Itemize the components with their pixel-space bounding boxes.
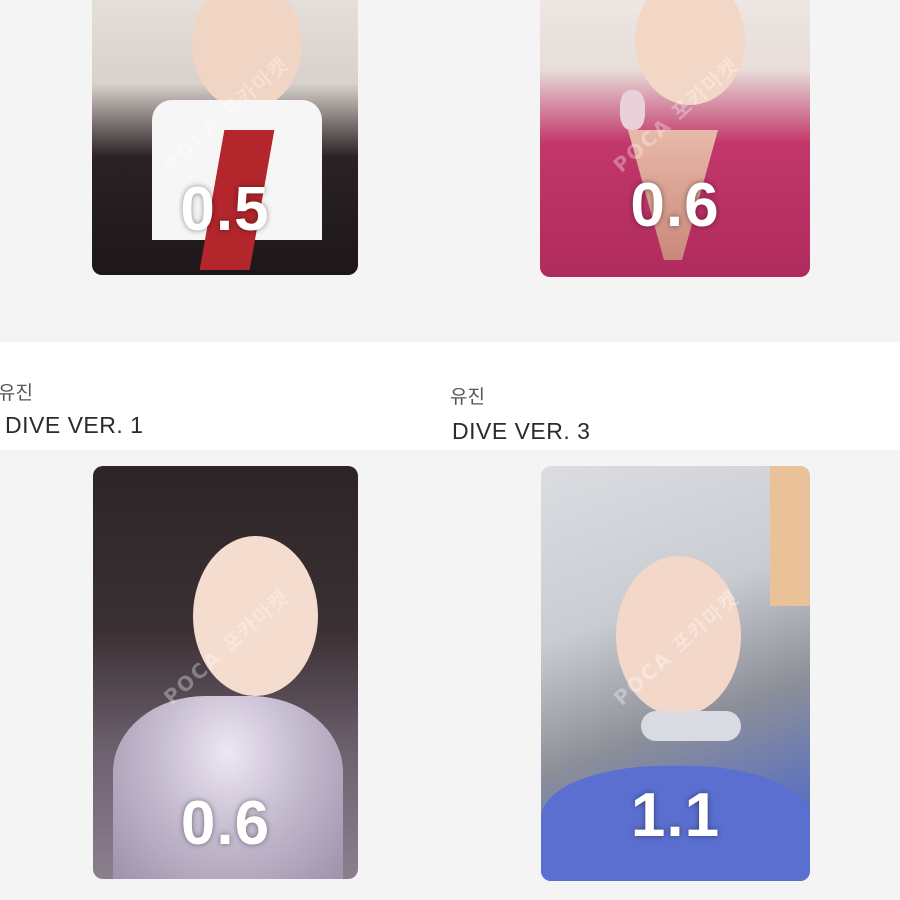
member-name-label: 유진 xyxy=(450,386,485,408)
price-label: 0.6 xyxy=(630,171,720,240)
photocard-thumbnail[interactable]: POCA 포카마켓 0.6 xyxy=(540,0,810,277)
member-name-label: 유진 xyxy=(0,382,33,404)
listing-title[interactable]: DIVE VER. 3 xyxy=(452,418,590,445)
photocard-thumbnail[interactable]: POCA 포카마켓 0.5 xyxy=(92,0,358,275)
price-label: 0.6 xyxy=(180,789,271,858)
price-label: 0.5 xyxy=(180,175,270,244)
photocard-thumbnail[interactable]: POCA 포카마켓 1.1 xyxy=(541,466,810,881)
price-label: 1.1 xyxy=(630,781,721,850)
photocard-thumbnail[interactable]: POCA 포카마켓 0.6 xyxy=(93,466,358,879)
photocard-background-shape xyxy=(770,466,810,606)
photocard-choker-shape xyxy=(641,711,741,741)
listing-title[interactable]: DIVE VER. 1 xyxy=(5,412,143,439)
